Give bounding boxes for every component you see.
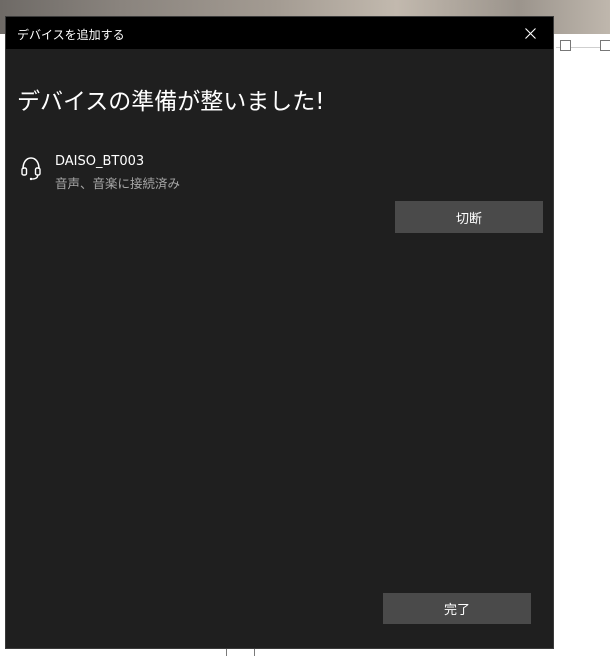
- background-control: [560, 40, 571, 51]
- page-title: デバイスの準備が整いました!: [17, 89, 325, 116]
- dialog-title: デバイスを追加する: [17, 28, 125, 42]
- add-device-dialog: デバイスを追加する デバイスの準備が整いました! DAISO_BT003 音声、…: [5, 16, 554, 649]
- device-list-item: DAISO_BT003 音声、音楽に接続済み: [20, 153, 320, 193]
- dialog-titlebar: デバイスを追加する: [6, 17, 553, 49]
- done-button[interactable]: 完了: [383, 593, 531, 624]
- device-status: 音声、音楽に接続済み: [55, 176, 181, 191]
- device-name: DAISO_BT003: [55, 154, 145, 169]
- close-icon: [524, 27, 536, 39]
- close-button[interactable]: [507, 17, 553, 49]
- disconnect-button[interactable]: 切断: [395, 201, 543, 233]
- background-control: [600, 40, 610, 51]
- headset-icon: [21, 157, 41, 181]
